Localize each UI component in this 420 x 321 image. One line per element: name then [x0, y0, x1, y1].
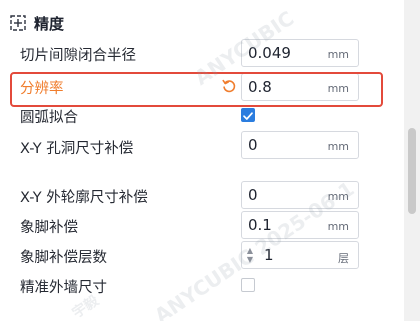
- field-unit: mm: [327, 48, 349, 61]
- field-value: 0.049: [248, 44, 291, 62]
- field-unit: mm: [327, 190, 349, 203]
- field-value: 0: [248, 136, 258, 154]
- xy-contour-compensation-field[interactable]: 0 mm: [241, 181, 359, 209]
- check-icon: [243, 112, 253, 120]
- elephant-foot-layers-stepper[interactable]: ▲ ▼ 1 层: [241, 241, 359, 269]
- arc-fitting-checkbox[interactable]: [241, 108, 255, 122]
- arc-fitting-label: 圆弧拟合: [20, 110, 78, 126]
- highlight-box: [10, 72, 383, 107]
- xy-hole-compensation-field[interactable]: 0 mm: [241, 131, 359, 159]
- precise-wall-checkbox[interactable]: [241, 278, 255, 292]
- section-header: 精度: [10, 12, 64, 34]
- section-title: 精度: [34, 14, 65, 33]
- slice-gap-closing-radius-label: 切片间隙闭合半径: [20, 48, 136, 64]
- spin-down-icon[interactable]: ▼: [247, 255, 253, 264]
- elephant-foot-compensation-field[interactable]: 0.1 mm: [241, 211, 359, 239]
- field-value: 0.1: [248, 216, 272, 234]
- field-unit: 层: [338, 252, 349, 265]
- slice-gap-closing-radius-field[interactable]: 0.049 mm: [241, 39, 359, 67]
- field-unit: mm: [327, 220, 349, 233]
- field-value: 0: [248, 186, 258, 204]
- field-unit: mm: [327, 140, 349, 153]
- settings-panel: 精度 切片间隙闭合半径 0.049 mm 分辨率 0.8 mm 圆弧拟合 X-Y…: [0, 0, 404, 321]
- xy-contour-compensation-label: X-Y 外轮廓尺寸补偿: [20, 190, 148, 206]
- precise-wall-label: 精准外墙尺寸: [20, 280, 107, 296]
- elephant-foot-layers-label: 象脚补偿层数: [20, 250, 107, 266]
- scrollbar-thumb[interactable]: [408, 128, 416, 214]
- field-value: 1: [264, 246, 274, 264]
- elephant-foot-compensation-label: 象脚补偿: [20, 220, 78, 236]
- vertical-scrollbar[interactable]: [404, 0, 420, 321]
- spin-up-icon[interactable]: ▲: [247, 246, 253, 255]
- precision-icon: [10, 15, 26, 31]
- xy-hole-compensation-label: X-Y 孔洞尺寸补偿: [20, 141, 134, 157]
- spin-control[interactable]: ▲ ▼: [242, 242, 258, 268]
